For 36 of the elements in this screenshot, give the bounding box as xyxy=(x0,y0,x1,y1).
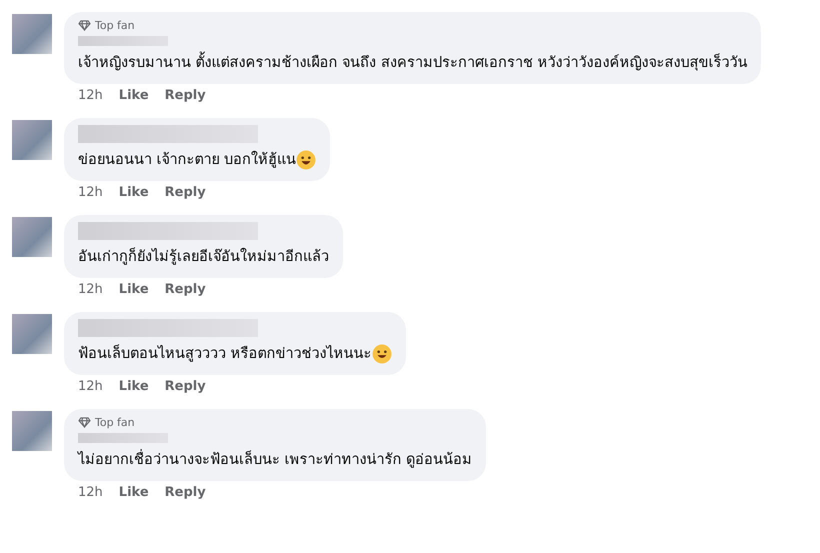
diamond-icon xyxy=(78,417,91,428)
avatar-placeholder[interactable] xyxy=(12,411,52,451)
reply-link[interactable]: Reply xyxy=(164,379,206,397)
comment-text: เจ้าหญิงรบมานาน ตั้งแต่สงครามช้างเผือก จนถึง สงครามประกาศเอกราช หวังว่าวังองค์หญิงจะสงบสุขเร็ววัน xyxy=(78,50,748,76)
comment-text: ฟ้อนเล็บตอนไหนสูวววว หรือตกข่าวช่วงไหนนะ xyxy=(78,343,372,364)
comment-text: ไม่อยากเชื่อว่านางจะฟ้อนเล็บนะ เพราะท่าทางน่ารัก ดูอ่อนน้อม xyxy=(78,447,472,473)
like-link[interactable]: Like xyxy=(118,185,149,203)
comment-time: 12h xyxy=(78,282,103,299)
like-link[interactable]: Like xyxy=(118,282,149,300)
blurred-name[interactable] xyxy=(78,319,258,337)
avatar-placeholder[interactable] xyxy=(12,314,52,354)
avatar-placeholder[interactable] xyxy=(12,217,52,257)
comment-text: ข่อยนอนนา เจ้ากะตาย บอกให้ฮู้แน xyxy=(78,150,296,170)
comment-text: อันเก่ากูก็ยังไม่รู้เลยอีเจ๊อันใหม่มาอีกแล้ว xyxy=(78,246,329,267)
reply-link[interactable]: Reply xyxy=(164,485,206,503)
avatar-placeholder[interactable] xyxy=(12,120,52,160)
like-link[interactable]: Like xyxy=(118,379,149,397)
blurred-name[interactable] xyxy=(78,36,168,46)
blurred-name[interactable] xyxy=(78,433,168,443)
blurred-name[interactable] xyxy=(78,222,258,240)
comment-time: 12h xyxy=(78,185,103,202)
avatar-placeholder[interactable] xyxy=(12,14,52,54)
like-link[interactable]: Like xyxy=(118,485,149,503)
reply-link[interactable]: Reply xyxy=(164,88,206,106)
blurred-name[interactable] xyxy=(78,125,258,143)
top-fan-label: Top fan xyxy=(95,416,135,429)
comment-time: 12h xyxy=(78,88,103,105)
grinning-emoji-icon xyxy=(372,344,392,364)
reply-link[interactable]: Reply xyxy=(164,185,206,203)
top-fan-label: Top fan xyxy=(95,19,135,32)
laughing-emoji-icon xyxy=(296,150,316,170)
reply-link[interactable]: Reply xyxy=(164,282,206,300)
like-link[interactable]: Like xyxy=(118,88,149,106)
comment-time: 12h xyxy=(78,379,103,396)
diamond-icon xyxy=(78,20,91,31)
comment-time: 12h xyxy=(78,485,103,502)
